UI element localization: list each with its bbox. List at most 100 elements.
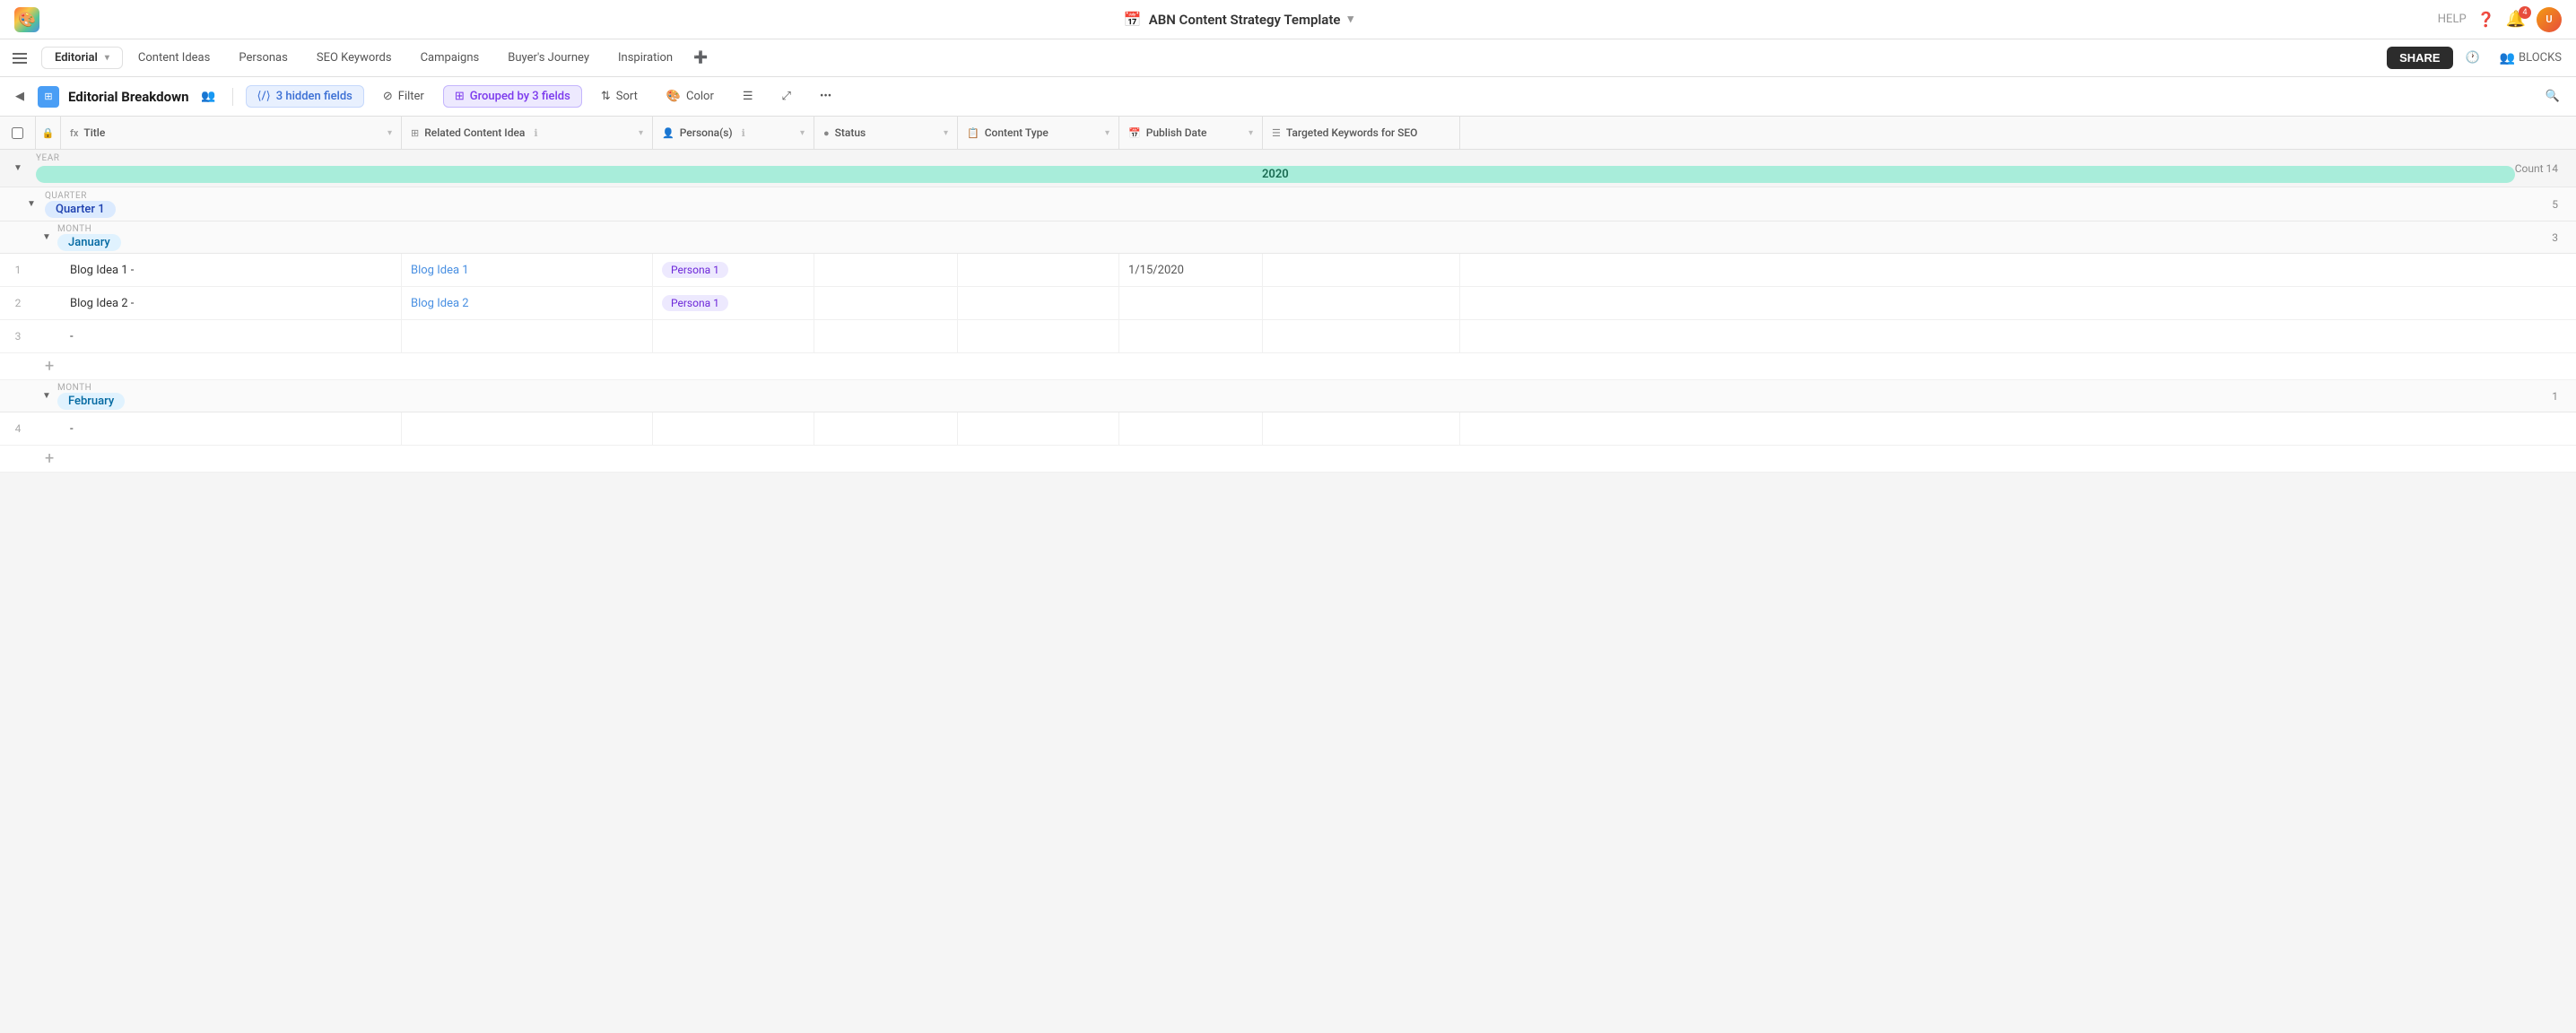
col-header-keywords[interactable]: ☰ Targeted Keywords for SEO <box>1263 117 1460 149</box>
help-icon[interactable]: ❓ <box>2477 11 2495 28</box>
cell-title[interactable]: Blog Idea 1 - <box>61 254 402 286</box>
row-height-button[interactable]: ☰ <box>733 85 763 108</box>
tab-content-ideas[interactable]: Content Ideas <box>125 47 223 69</box>
tab-campaigns[interactable]: Campaigns <box>407 47 493 69</box>
grouped-label: Grouped by 3 fields <box>470 90 570 103</box>
cell-date[interactable] <box>1119 320 1263 352</box>
cell-status[interactable] <box>814 287 958 319</box>
add-row-february[interactable]: + <box>0 446 2576 473</box>
cell-personas[interactable] <box>653 320 814 352</box>
cell-related[interactable]: Blog Idea 1 <box>402 254 653 286</box>
col-header-status[interactable]: ● Status ▾ <box>814 117 958 149</box>
share-button[interactable]: SHARE <box>2387 47 2453 69</box>
year-toggle[interactable] <box>0 163 36 173</box>
grouped-button[interactable]: ⊞ Grouped by 3 fields <box>443 85 582 108</box>
filter-button[interactable]: ⊘ Filter <box>373 85 434 108</box>
user-avatar[interactable]: U <box>2537 7 2562 32</box>
add-row-january[interactable]: + <box>0 353 2576 380</box>
month-toggle-february[interactable] <box>36 391 57 401</box>
tab-buyers-journey[interactable]: Buyer's Journey <box>494 47 603 69</box>
sort-button[interactable]: ⇅ Sort <box>591 85 648 108</box>
tab-campaigns-label: Campaigns <box>421 51 480 65</box>
col-header-title[interactable]: fx Title ▾ <box>61 117 402 149</box>
notification-bell[interactable]: 🔔 4 <box>2506 10 2526 29</box>
cell-type[interactable] <box>958 320 1119 352</box>
month-label-area: MONTH January <box>57 224 2552 251</box>
row-number: 3 <box>0 330 36 343</box>
status-icon: ● <box>823 127 830 139</box>
cell-date[interactable] <box>1119 287 1263 319</box>
month-toggle-january[interactable] <box>36 232 57 242</box>
tab-editorial[interactable]: Editorial ▾ <box>41 47 123 69</box>
col-related-info[interactable]: ℹ <box>534 127 537 139</box>
help-label[interactable]: HELP <box>2438 13 2467 26</box>
col-header-type[interactable]: 📋 Content Type ▾ <box>958 117 1119 149</box>
tab-editorial-label: Editorial <box>55 51 98 65</box>
tab-bar-actions: SHARE 🕐 👥 BLOCKS <box>2387 46 2569 71</box>
search-button[interactable]: 🔍 <box>2540 84 2565 109</box>
cell-date[interactable]: 1/15/2020 <box>1119 254 1263 286</box>
quarter-badge: Quarter 1 <box>45 201 116 218</box>
cell-related[interactable] <box>402 320 653 352</box>
more-options-button[interactable]: ••• <box>810 85 841 108</box>
cell-keywords[interactable] <box>1263 320 1460 352</box>
tab-seo-keywords[interactable]: SEO Keywords <box>303 47 405 69</box>
header-checkbox[interactable] <box>0 117 36 149</box>
cell-keywords[interactable] <box>1263 287 1460 319</box>
cell-keywords[interactable] <box>1263 412 1460 445</box>
tab-inspiration-label: Inspiration <box>618 51 673 65</box>
add-tab-button[interactable]: ➕ <box>688 46 713 71</box>
row-height-icon: ☰ <box>743 90 753 103</box>
col-header-related[interactable]: ⊞ Related Content Idea ℹ ▾ <box>402 117 653 149</box>
col-related-label: Related Content Idea <box>424 126 525 139</box>
hidden-fields-button[interactable]: ⟨/⟩ 3 hidden fields <box>246 85 364 108</box>
cell-related[interactable] <box>402 412 653 445</box>
quarter-label-area: QUARTER Quarter 1 <box>45 191 2552 218</box>
expand-button[interactable]: ⤢ <box>772 85 801 108</box>
keywords-icon: ☰ <box>1272 127 1281 139</box>
month-section-january: MONTH January 3 1 Blog Idea 1 - Blog Ide… <box>0 221 2576 380</box>
blocks-button[interactable]: 👥 BLOCKS <box>2493 48 2569 69</box>
month-meta: MONTH <box>57 383 125 393</box>
color-button[interactable]: 🎨 Color <box>657 85 724 108</box>
col-personas-info[interactable]: ℹ <box>742 127 745 139</box>
month-section-february: MONTH February 1 4 - <box>0 380 2576 473</box>
col-date-sort: ▾ <box>1249 128 1253 138</box>
title-dropdown-arrow[interactable]: ▾ <box>1347 13 1353 26</box>
cell-title[interactable]: Blog Idea 2 - <box>61 287 402 319</box>
quarter-toggle[interactable] <box>18 199 45 209</box>
cell-personas[interactable]: Persona 1 <box>653 254 814 286</box>
cell-status[interactable] <box>814 320 958 352</box>
tab-inspiration[interactable]: Inspiration <box>605 47 686 69</box>
cell-status[interactable] <box>814 412 958 445</box>
cell-title[interactable]: - <box>61 320 402 352</box>
share-view-icon[interactable]: 👥 <box>198 86 220 108</box>
cell-personas[interactable] <box>653 412 814 445</box>
select-all-checkbox[interactable] <box>12 127 23 139</box>
col-header-personas[interactable]: 👤 Persona(s) ℹ ▾ <box>653 117 814 149</box>
table-row: 1 Blog Idea 1 - Blog Idea 1 Persona 1 1/… <box>0 254 2576 287</box>
month-label-area: MONTH February <box>57 383 2552 410</box>
hamburger-menu[interactable] <box>7 46 32 71</box>
cell-keywords[interactable] <box>1263 254 1460 286</box>
history-icon[interactable]: 🕐 <box>2460 46 2485 71</box>
tab-editorial-dropdown[interactable]: ▾ <box>105 53 109 63</box>
col-header-date[interactable]: 📅 Publish Date ▾ <box>1119 117 1263 149</box>
filter-icon: ⊘ <box>383 90 393 103</box>
cell-personas[interactable]: Persona 1 <box>653 287 814 319</box>
related-icon: ⊞ <box>411 127 419 139</box>
cell-type[interactable] <box>958 412 1119 445</box>
color-icon: 🎨 <box>666 90 681 103</box>
collapse-button[interactable]: ◀ <box>11 88 29 106</box>
cell-title[interactable]: - <box>61 412 402 445</box>
cell-related[interactable]: Blog Idea 2 <box>402 287 653 319</box>
cell-type[interactable] <box>958 287 1119 319</box>
quarter-count: 5 <box>2552 198 2558 211</box>
cell-type[interactable] <box>958 254 1119 286</box>
tab-personas[interactable]: Personas <box>225 47 301 69</box>
cell-status[interactable] <box>814 254 958 286</box>
cell-date[interactable] <box>1119 412 1263 445</box>
cell-related-text: Blog Idea 1 <box>411 264 469 277</box>
date-icon: 📅 <box>1128 127 1141 139</box>
cell-related-text: Blog Idea 2 <box>411 297 469 310</box>
